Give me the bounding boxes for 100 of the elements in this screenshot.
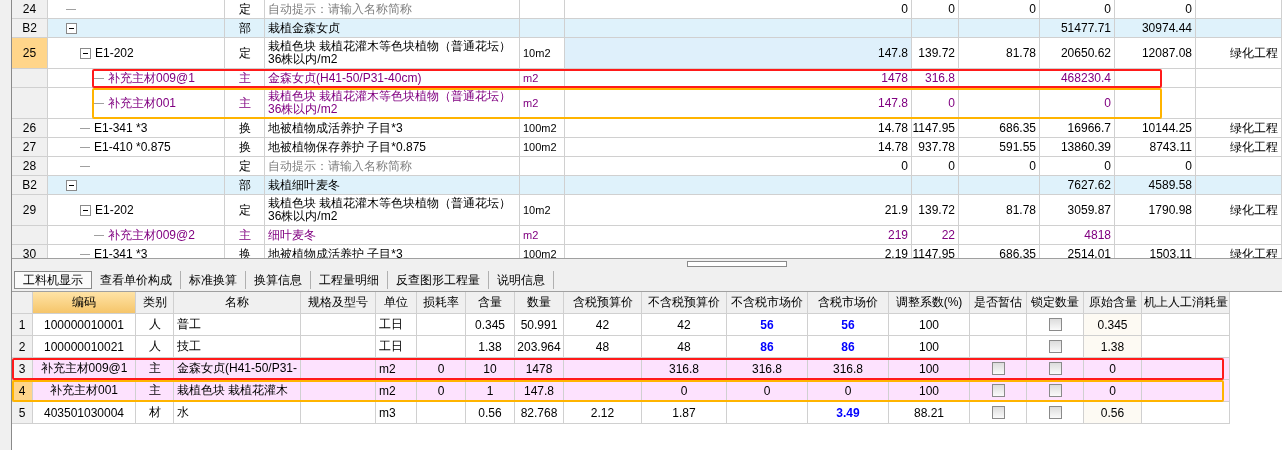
tab[interactable]: 换算信息: [246, 271, 311, 289]
tab[interactable]: 说明信息: [489, 271, 554, 289]
name-cell: 技工: [174, 336, 301, 358]
splitter-handle[interactable]: [687, 261, 787, 267]
empty-cell: [417, 314, 466, 336]
column-header[interactable]: 是否暂估: [970, 292, 1027, 314]
code-cell: 100000010001: [33, 314, 136, 336]
item-code: E1-410 *0.875: [94, 140, 171, 154]
column-header[interactable]: 锁定数量: [1027, 292, 1084, 314]
column-header[interactable]: 机上人工消耗量: [1142, 292, 1230, 314]
tab[interactable]: 反查图形工程量: [388, 271, 489, 289]
number-cell: 51477.71: [1040, 19, 1115, 38]
content-cell: 0.56: [466, 402, 515, 424]
quantity-cell: 50.991: [515, 314, 564, 336]
unit-cell: m3: [376, 402, 417, 424]
collapse-icon[interactable]: [80, 204, 91, 216]
number-cell: 13860.39: [1040, 138, 1115, 157]
name-cell: 栽植色块 栽植花灌木等色块植物（普通花坛）36株以内/m2: [265, 88, 520, 119]
column-header[interactable]: 数量: [515, 292, 564, 314]
row-number[interactable]: 30: [12, 245, 48, 258]
checkbox[interactable]: [1048, 406, 1062, 419]
category-cell: 部: [225, 19, 265, 38]
number-cell: 591.55: [959, 138, 1040, 157]
column-header[interactable]: 类别: [136, 292, 174, 314]
category-cell: 主: [225, 226, 265, 245]
checkbox[interactable]: [1048, 362, 1062, 375]
number-cell: 147.8: [565, 88, 912, 119]
number-cell: 219: [565, 226, 912, 245]
column-header[interactable]: 损耗率: [417, 292, 466, 314]
unit-cell: 工日: [376, 314, 417, 336]
row-number[interactable]: 2: [12, 336, 33, 358]
price-cell: 42: [642, 314, 727, 336]
number-cell: 1147.95: [912, 119, 959, 138]
project-cell: 绿化工程: [1196, 38, 1282, 69]
number-cell: 8743.11: [1115, 138, 1196, 157]
quantity-cell: 203.964: [515, 336, 564, 358]
category-cell: 换: [225, 138, 265, 157]
name-cell: 地被植物成活养护 子目*3: [265, 119, 520, 138]
item-code: 补充主材009@1: [108, 71, 195, 85]
column-header[interactable]: 名称: [174, 292, 301, 314]
collapse-icon[interactable]: [66, 179, 77, 191]
collapse-icon[interactable]: [80, 47, 91, 59]
column-header[interactable]: 单位: [376, 292, 417, 314]
row-number[interactable]: 24: [12, 0, 48, 19]
column-header[interactable]: 原始含量: [1084, 292, 1142, 314]
checkbox[interactable]: [1048, 340, 1062, 353]
checkbox[interactable]: [991, 406, 1005, 419]
column-header[interactable]: 不含税预算价: [642, 292, 727, 314]
category-cell: 人: [136, 314, 174, 336]
tab[interactable]: 工料机显示: [14, 271, 92, 289]
row-number[interactable]: 29: [12, 195, 48, 226]
row-number[interactable]: 26: [12, 119, 48, 138]
quantity-cell: 82.768: [515, 402, 564, 424]
column-header[interactable]: 调整系数(%): [889, 292, 970, 314]
row-number[interactable]: B2: [12, 176, 48, 195]
column-header[interactable]: 含税市场价: [808, 292, 889, 314]
category-cell: 材: [136, 402, 174, 424]
unit-cell: m2: [520, 69, 565, 88]
number-cell: 139.72: [912, 38, 959, 69]
checkbox[interactable]: [991, 384, 1005, 397]
name-cell: 细叶麦冬: [265, 226, 520, 245]
row-number[interactable]: 1: [12, 314, 33, 336]
number-cell: 30974.44: [1115, 19, 1196, 38]
checkbox[interactable]: [1048, 384, 1062, 397]
column-header[interactable]: 含量: [466, 292, 515, 314]
number-cell: 1478: [565, 69, 912, 88]
collapse-icon[interactable]: [66, 22, 77, 34]
checkbox[interactable]: [991, 362, 1005, 375]
number-cell: 937.78: [912, 138, 959, 157]
price-cell: 1.87: [642, 402, 727, 424]
checkbox[interactable]: [1048, 318, 1062, 331]
category-cell: 人: [136, 336, 174, 358]
column-header[interactable]: 规格及型号: [301, 292, 376, 314]
row-number[interactable]: B2: [12, 19, 48, 38]
unit-cell: 工日: [376, 336, 417, 358]
name-cell: 栽植色块 栽植花灌木等色块植物（普通花坛）36株以内/m2: [265, 195, 520, 226]
column-header[interactable]: 编码: [33, 292, 136, 314]
code-cell: 100000010021: [33, 336, 136, 358]
number-cell: 10144.25: [1115, 119, 1196, 138]
row-number[interactable]: 27: [12, 138, 48, 157]
row-number[interactable]: 25: [12, 38, 48, 69]
factor-cell: 88.21: [889, 402, 970, 424]
number-cell: 468230.4: [1040, 69, 1115, 88]
number-cell: 7627.62: [1040, 176, 1115, 195]
unit-cell: m2: [520, 226, 565, 245]
row-number[interactable]: 28: [12, 157, 48, 176]
factor-cell: 100: [889, 336, 970, 358]
tab[interactable]: 标准换算: [181, 271, 246, 289]
row-number[interactable]: 5: [12, 402, 33, 424]
number-cell: 22: [912, 226, 959, 245]
price-cell: 56: [808, 314, 889, 336]
unit-cell: 10m2: [520, 195, 565, 226]
unit-cell: 100m2: [520, 119, 565, 138]
column-header[interactable]: 不含税市场价: [727, 292, 808, 314]
tab[interactable]: 工程量明细: [311, 271, 388, 289]
tab[interactable]: 查看单价构成: [92, 271, 181, 289]
number-cell: 81.78: [959, 195, 1040, 226]
column-header[interactable]: 含税预算价: [564, 292, 642, 314]
category-cell: 定: [225, 195, 265, 226]
item-code: 补充主材009@2: [108, 228, 195, 242]
